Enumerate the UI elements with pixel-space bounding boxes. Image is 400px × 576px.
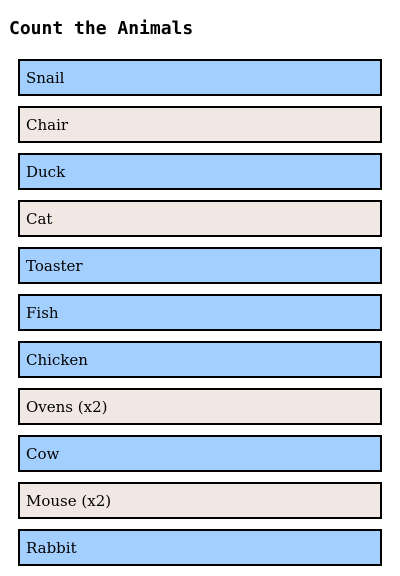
- list-item-label: Chair: [26, 115, 69, 134]
- page-title: Count the Animals: [9, 18, 194, 39]
- list-item[interactable]: Fish: [18, 294, 382, 331]
- list-item[interactable]: Cat: [18, 200, 382, 237]
- list-item[interactable]: Cow: [18, 435, 382, 472]
- list-item[interactable]: Toaster: [18, 247, 382, 284]
- list-item-label: Duck: [26, 162, 66, 181]
- list-item-label: Mouse (x2): [26, 491, 112, 510]
- list-item[interactable]: Chair: [18, 106, 382, 143]
- list-item[interactable]: Ovens (x2): [18, 388, 382, 425]
- item-list: Snail Chair Duck Cat Toaster Fish Chicke…: [18, 59, 382, 576]
- list-item-label: Ovens (x2): [26, 397, 108, 416]
- list-item-label: Chicken: [26, 350, 88, 369]
- page: Count the Animals Snail Chair Duck Cat T…: [0, 0, 400, 576]
- list-item[interactable]: Chicken: [18, 341, 382, 378]
- list-item[interactable]: Mouse (x2): [18, 482, 382, 519]
- list-item[interactable]: Snail: [18, 59, 382, 96]
- list-item[interactable]: Rabbit: [18, 529, 382, 566]
- list-item-label: Cow: [26, 444, 60, 463]
- list-item-label: Fish: [26, 303, 59, 322]
- list-item-label: Cat: [26, 209, 53, 228]
- list-item-label: Toaster: [26, 256, 83, 275]
- list-item[interactable]: Duck: [18, 153, 382, 190]
- list-item-label: Rabbit: [26, 538, 77, 557]
- list-item-label: Snail: [26, 68, 65, 87]
